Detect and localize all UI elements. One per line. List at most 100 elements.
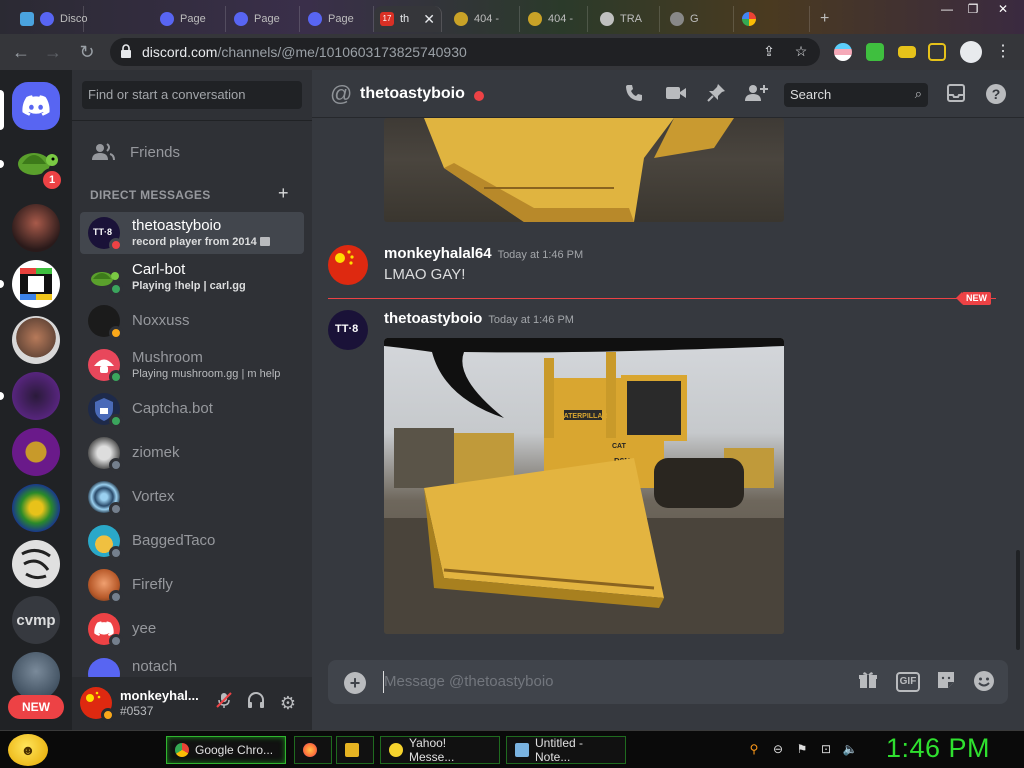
- discord-logo-icon: [22, 95, 50, 116]
- message-input-placeholder[interactable]: Message @thetoastyboio: [384, 673, 554, 690]
- address-bar[interactable]: discord.com/channels/@me/101060317382574…: [110, 38, 820, 66]
- browser-tab[interactable]: Page: [302, 6, 374, 32]
- network-icon[interactable]: ⊡: [818, 741, 834, 757]
- browser-tab[interactable]: G: [664, 6, 734, 32]
- tray-flag-icon[interactable]: ⚑: [794, 741, 810, 757]
- mute-mic-icon[interactable]: [212, 691, 236, 715]
- browser-tab-active[interactable]: 17 th ✕: [374, 6, 442, 32]
- dm-item-mushroom[interactable]: Mushroom Playing mushroom.gg | m help: [80, 344, 304, 386]
- server-avatar[interactable]: [12, 372, 60, 420]
- headphones-icon[interactable]: [244, 691, 268, 715]
- server-avatar[interactable]: [12, 652, 60, 700]
- browser-tab[interactable]: [736, 6, 810, 32]
- emoji-icon[interactable]: [972, 670, 996, 694]
- dm-item-vortex[interactable]: Vortex: [80, 476, 304, 518]
- reload-icon[interactable]: ↻: [76, 41, 98, 63]
- avatar: [88, 261, 123, 296]
- search-icon[interactable]: ⚲: [746, 741, 762, 757]
- taskbar-item-yahoo-messenger[interactable]: Yahoo! Messe...: [380, 736, 500, 764]
- side-panel-icon[interactable]: [928, 43, 946, 61]
- dm-item-notach[interactable]: notach: [80, 652, 304, 678]
- message-author[interactable]: monkeyhalal64: [384, 245, 492, 262]
- start-voice-call-icon[interactable]: [622, 83, 646, 107]
- gift-icon[interactable]: [856, 670, 880, 694]
- dm-item-baggedtaco[interactable]: BaggedTaco: [80, 520, 304, 562]
- new-tab-button[interactable]: +: [814, 6, 840, 32]
- close-tab-icon[interactable]: ✕: [423, 11, 435, 28]
- discord-home-button[interactable]: [12, 82, 60, 130]
- dm-item-yee[interactable]: yee: [80, 608, 304, 650]
- server-avatar[interactable]: [12, 204, 60, 252]
- user-panel: monkeyhal... #0537 ⚙: [72, 677, 312, 730]
- pinned-messages-icon[interactable]: [704, 83, 728, 107]
- help-icon[interactable]: ?: [984, 83, 1008, 107]
- taskbar-clock[interactable]: 1:46 PM: [886, 733, 990, 764]
- sticker-icon[interactable]: [934, 670, 958, 694]
- server-avatar[interactable]: [12, 316, 60, 364]
- server-avatar[interactable]: [12, 540, 60, 588]
- friends-label: Friends: [130, 143, 181, 161]
- browser-tab[interactable]: Page: [228, 6, 300, 32]
- message-avatar[interactable]: TT·8: [328, 310, 368, 350]
- settings-gear-icon[interactable]: ⚙: [276, 691, 300, 715]
- dm-item-thetoastyboio[interactable]: TT·8 thetoastyboio record player from 20…: [80, 212, 304, 254]
- start-video-call-icon[interactable]: [664, 83, 688, 107]
- upload-plus-icon[interactable]: +: [344, 672, 366, 694]
- search-input[interactable]: Search ⌕: [784, 83, 928, 107]
- profile-icon[interactable]: [960, 41, 982, 63]
- dm-name: Noxxuss: [132, 312, 190, 329]
- chat-scrollbar[interactable]: [1016, 550, 1020, 650]
- user-avatar[interactable]: [80, 687, 115, 722]
- extension-icon[interactable]: [834, 43, 852, 61]
- dm-status-text: Playing mushroom.gg | m help: [132, 367, 280, 381]
- forward-icon[interactable]: →: [42, 41, 64, 63]
- back-icon[interactable]: ←: [10, 41, 32, 63]
- discriminator: #0537: [120, 704, 154, 718]
- taskbar-item-explorer[interactable]: [336, 736, 374, 764]
- dm-status-text: Playing !help | carl.gg: [132, 279, 246, 293]
- notification-icon: 17: [380, 12, 394, 26]
- dm-item-ziomek[interactable]: ziomek: [80, 432, 304, 474]
- taskbar-item-chrome[interactable]: Google Chro...: [166, 736, 286, 764]
- server-text-icon[interactable]: cvmp: [12, 596, 60, 644]
- dm-item-carl-bot[interactable]: Carl-bot Playing !help | carl.gg: [80, 256, 304, 298]
- message-author[interactable]: thetoastyboio: [384, 310, 482, 327]
- gif-picker-icon[interactable]: GIF: [896, 672, 920, 692]
- create-dm-plus-icon[interactable]: +: [278, 183, 289, 204]
- tray-minus-icon[interactable]: ⊖: [770, 741, 786, 757]
- share-icon[interactable]: ⇪: [760, 43, 778, 61]
- taskbar-item-notepad[interactable]: Untitled - Note...: [506, 736, 626, 764]
- browser-tab[interactable]: TRA: [594, 6, 660, 32]
- caterpillar-logo-text: CATERPILLAR: [559, 413, 608, 420]
- close-window-icon[interactable]: ✕: [992, 2, 1014, 16]
- friends-nav-item[interactable]: Friends: [80, 132, 304, 172]
- restore-icon[interactable]: ❐: [962, 2, 984, 16]
- find-conversation-input[interactable]: Find or start a conversation: [82, 81, 302, 109]
- server-avatar[interactable]: [12, 428, 60, 476]
- media-control-icon[interactable]: [898, 46, 916, 58]
- channel-title: thetoastyboio: [360, 85, 465, 102]
- browser-tab[interactable]: 404 -: [522, 6, 588, 32]
- message-avatar[interactable]: [328, 245, 368, 285]
- dm-item-firefly[interactable]: Firefly: [80, 564, 304, 606]
- minimize-icon[interactable]: —: [936, 2, 958, 16]
- browser-tab[interactable]: Page: [154, 6, 226, 32]
- bookmark-star-icon[interactable]: ☆: [792, 43, 810, 61]
- server-avatar[interactable]: [12, 484, 60, 532]
- add-friend-to-dm-icon[interactable]: [744, 83, 768, 107]
- server-avatar[interactable]: [12, 260, 60, 308]
- start-button-smiley-icon[interactable]: ☻: [8, 734, 48, 766]
- bulldozer-image-previous[interactable]: [384, 118, 784, 222]
- new-unreads-pill[interactable]: NEW: [8, 695, 64, 719]
- browser-tab[interactable]: 404 -: [448, 6, 520, 32]
- dm-item-noxxuss[interactable]: Noxxuss: [80, 300, 304, 342]
- message-composer[interactable]: + Message @thetoastyboio GIF: [328, 660, 1008, 704]
- taskbar-item-firefox[interactable]: [294, 736, 332, 764]
- volume-icon[interactable]: 🔈: [842, 741, 858, 757]
- bulldozer-meme-image[interactable]: CATERPILLAR D8N CAT: [384, 338, 784, 634]
- dm-item-captcha-bot[interactable]: Captcha.bot: [80, 388, 304, 430]
- browser-tab[interactable]: Disco: [14, 6, 88, 32]
- menu-kebab-icon[interactable]: ⋮: [992, 41, 1014, 63]
- inbox-icon[interactable]: [944, 83, 968, 107]
- extensions-puzzle-icon[interactable]: [866, 43, 884, 61]
